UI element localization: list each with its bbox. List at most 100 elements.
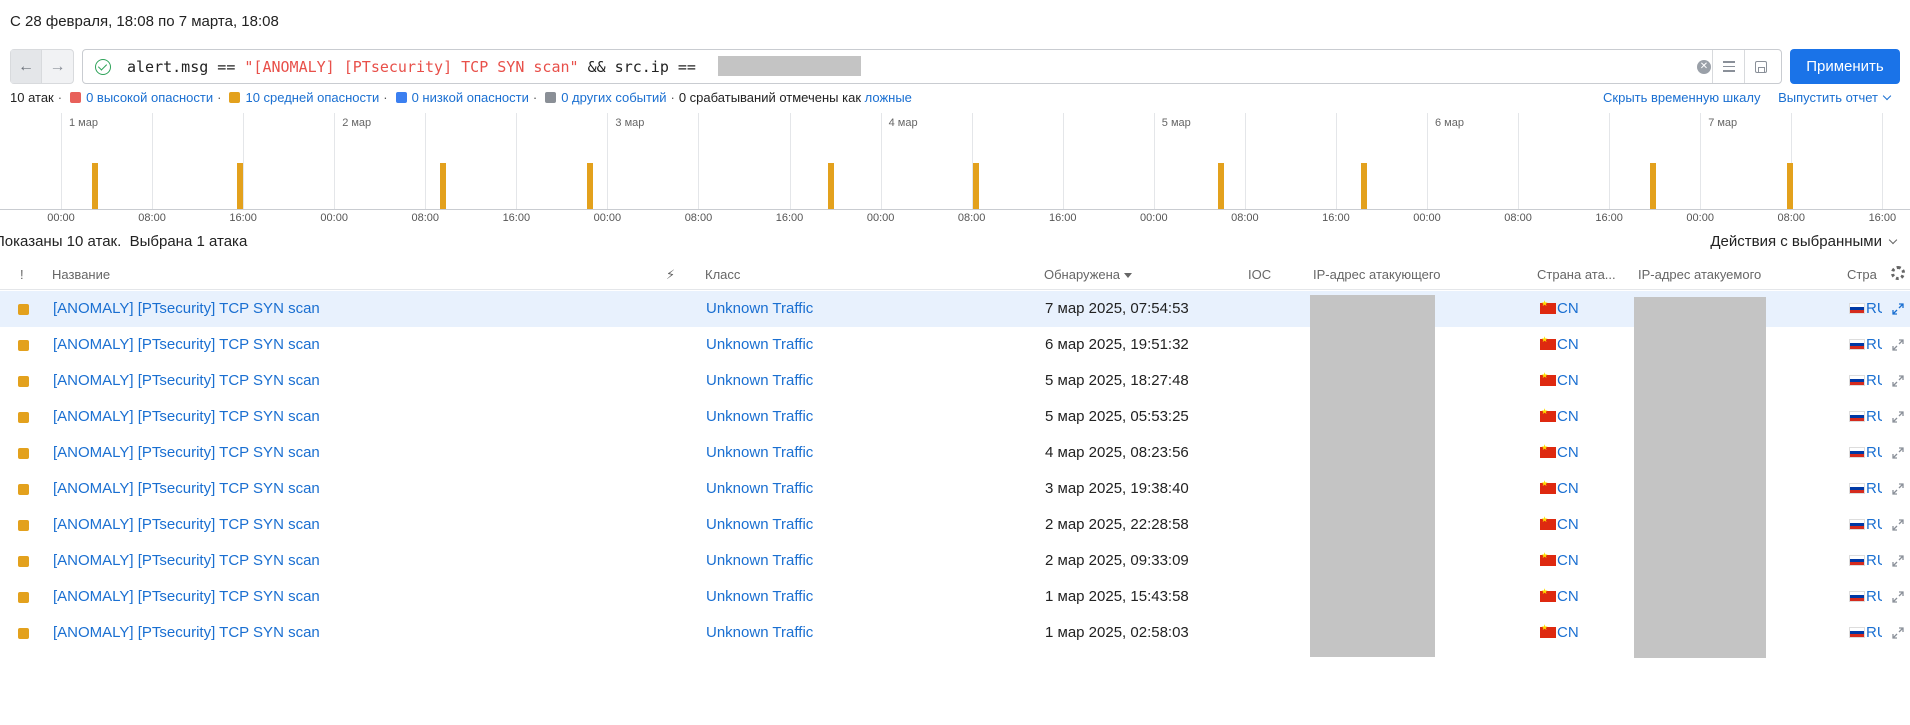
clear-icon[interactable]: ✕ (1697, 60, 1711, 74)
attacker-country-link[interactable]: CN (1540, 372, 1579, 389)
medium-severity-icon (18, 556, 29, 567)
target-country-link[interactable]: RU (1849, 624, 1882, 641)
timeline-event-bar[interactable] (439, 163, 446, 209)
timeline-event-bar[interactable] (237, 163, 244, 209)
expand-icon[interactable] (1892, 338, 1904, 351)
col-target-country[interactable]: Стра (1847, 267, 1881, 282)
target-country-link[interactable]: RU (1849, 408, 1882, 425)
table-row[interactable]: [ANOMALY] [PTsecurity] TCP SYN scan Unkno… (0, 579, 1910, 615)
expand-icon[interactable] (1892, 482, 1904, 495)
attack-class-link[interactable]: Unknown Traffic (706, 552, 813, 569)
timeline-event-bar[interactable] (1217, 163, 1224, 209)
high-severity-link[interactable]: 0 высокой опасности (86, 90, 213, 105)
attack-name-link[interactable]: [ANOMALY] [PTsecurity] TCP SYN scan (53, 480, 320, 497)
timeline-event-bar[interactable] (1650, 163, 1657, 209)
target-country-link[interactable]: RU (1849, 300, 1882, 317)
attack-name-link[interactable]: [ANOMALY] [PTsecurity] TCP SYN scan (53, 336, 320, 353)
gear-icon[interactable] (1891, 266, 1905, 280)
attacker-country-link[interactable]: CN (1540, 336, 1579, 353)
query-input[interactable]: alert.msg == "[ANOMALY] [PTsecurity] TCP… (82, 49, 1782, 84)
hide-timeline-link[interactable]: Скрыть временную шкалу (1603, 90, 1760, 105)
attack-class-link[interactable]: Unknown Traffic (706, 300, 813, 317)
low-severity-link[interactable]: 0 низкой опасности (412, 90, 529, 105)
attack-name-link[interactable]: [ANOMALY] [PTsecurity] TCP SYN scan (53, 552, 320, 569)
col-severity[interactable]: ! (20, 267, 24, 282)
attacker-country-link[interactable]: CN (1540, 552, 1579, 569)
table-row[interactable]: [ANOMALY] [PTsecurity] TCP SYN scan Unkno… (0, 435, 1910, 471)
table-row[interactable]: [ANOMALY] [PTsecurity] TCP SYN scan Unkno… (0, 507, 1910, 543)
expand-icon[interactable] (1892, 626, 1904, 639)
expand-icon[interactable] (1892, 446, 1904, 459)
attack-name-link[interactable]: [ANOMALY] [PTsecurity] TCP SYN scan (53, 372, 320, 389)
timeline-event-bar[interactable] (91, 163, 98, 209)
expand-icon[interactable] (1892, 410, 1904, 423)
target-country-link[interactable]: RU (1849, 444, 1882, 461)
table-row[interactable]: [ANOMALY] [PTsecurity] TCP SYN scan Unkno… (0, 363, 1910, 399)
attack-class-link[interactable]: Unknown Traffic (706, 624, 813, 641)
timeline-event-bar[interactable] (973, 163, 980, 209)
timeline-event-bar[interactable] (1787, 163, 1794, 209)
apply-button[interactable]: Применить (1790, 49, 1900, 84)
attack-class-link[interactable]: Unknown Traffic (706, 372, 813, 389)
timeline-event-bar[interactable] (587, 163, 594, 209)
attack-class-link[interactable]: Unknown Traffic (706, 480, 813, 497)
table-row[interactable]: [ANOMALY] [PTsecurity] TCP SYN scan Unkno… (0, 327, 1910, 363)
timeline-event-bar[interactable] (1360, 163, 1367, 209)
attack-name-link[interactable]: [ANOMALY] [PTsecurity] TCP SYN scan (53, 444, 320, 461)
attack-name-link[interactable]: [ANOMALY] [PTsecurity] TCP SYN scan (53, 624, 320, 641)
attacker-country-link[interactable]: CN (1540, 444, 1579, 461)
attacker-country-link[interactable]: CN (1540, 408, 1579, 425)
col-detected[interactable]: Обнаружена (1044, 267, 1133, 282)
col-class[interactable]: Класс (705, 267, 740, 282)
bulk-actions-dropdown[interactable]: Действия с выбранными (1710, 233, 1898, 250)
expand-icon[interactable] (1892, 518, 1904, 531)
target-country-link[interactable]: RU (1849, 552, 1882, 569)
attack-class-link[interactable]: Unknown Traffic (706, 516, 813, 533)
attack-class-link[interactable]: Unknown Traffic (706, 408, 813, 425)
col-name[interactable]: Название (52, 267, 110, 282)
forward-arrow-icon[interactable]: → (42, 50, 73, 83)
attacker-country-link[interactable]: CN (1540, 300, 1579, 317)
save-icon[interactable] (1745, 50, 1777, 83)
col-ioc[interactable]: IOC (1248, 267, 1271, 282)
medium-severity-link[interactable]: 10 средней опасности (245, 90, 379, 105)
col-target-ip[interactable]: IP-адрес атакуемого (1638, 267, 1761, 282)
target-country-link[interactable]: RU (1849, 480, 1882, 497)
table-row[interactable]: [ANOMALY] [PTsecurity] TCP SYN scan Unkno… (0, 291, 1910, 327)
attack-class-link[interactable]: Unknown Traffic (706, 336, 813, 353)
expand-icon[interactable] (1892, 374, 1904, 387)
col-attacker-ip[interactable]: IP-адрес атакующего (1313, 267, 1441, 282)
target-country-link[interactable]: RU (1849, 516, 1882, 533)
false-positives-link[interactable]: ложные (865, 90, 912, 105)
timeline-event-bar[interactable] (828, 163, 835, 209)
back-arrow-icon[interactable]: ← (11, 50, 43, 83)
query-text[interactable]: alert.msg == "[ANOMALY] [PTsecurity] TCP… (127, 58, 705, 76)
other-events-link[interactable]: 0 других событий (561, 90, 666, 105)
report-dropdown[interactable]: Выпустить отчет (1778, 90, 1892, 105)
attacker-country-link[interactable]: CN (1540, 516, 1579, 533)
attack-class-link[interactable]: Unknown Traffic (706, 444, 813, 461)
attack-class-link[interactable]: Unknown Traffic (706, 588, 813, 605)
col-attacker-country[interactable]: Страна ата... (1537, 267, 1621, 282)
expand-icon[interactable] (1892, 590, 1904, 603)
attack-name-link[interactable]: [ANOMALY] [PTsecurity] TCP SYN scan (53, 588, 320, 605)
target-country-link[interactable]: RU (1849, 372, 1882, 389)
expand-icon[interactable] (1892, 554, 1904, 567)
table-row[interactable]: [ANOMALY] [PTsecurity] TCP SYN scan Unkno… (0, 471, 1910, 507)
table-row[interactable]: [ANOMALY] [PTsecurity] TCP SYN scan Unkno… (0, 399, 1910, 435)
expand-icon[interactable] (1892, 302, 1904, 315)
attacker-country-link[interactable]: CN (1540, 588, 1579, 605)
table-row[interactable]: [ANOMALY] [PTsecurity] TCP SYN scan Unkno… (0, 615, 1910, 651)
lightning-icon[interactable]: ⚡︎ (666, 267, 675, 283)
target-country-link[interactable]: RU (1849, 336, 1882, 353)
attack-name-link[interactable]: [ANOMALY] [PTsecurity] TCP SYN scan (53, 516, 320, 533)
target-country-link[interactable]: RU (1849, 588, 1882, 605)
table-row[interactable]: [ANOMALY] [PTsecurity] TCP SYN scan Unkno… (0, 543, 1910, 579)
attack-name-link[interactable]: [ANOMALY] [PTsecurity] TCP SYN scan (53, 300, 320, 317)
china-flag-icon (1540, 552, 1556, 566)
attack-name-link[interactable]: [ANOMALY] [PTsecurity] TCP SYN scan (53, 408, 320, 425)
list-icon[interactable] (1713, 50, 1745, 83)
timeline-chart[interactable]: 00:00 08:00 16:00 00:00 08:00 16:00 00:00 08:00… (0, 113, 1910, 228)
attacker-country-link[interactable]: CN (1540, 480, 1579, 497)
attacker-country-link[interactable]: CN (1540, 624, 1579, 641)
